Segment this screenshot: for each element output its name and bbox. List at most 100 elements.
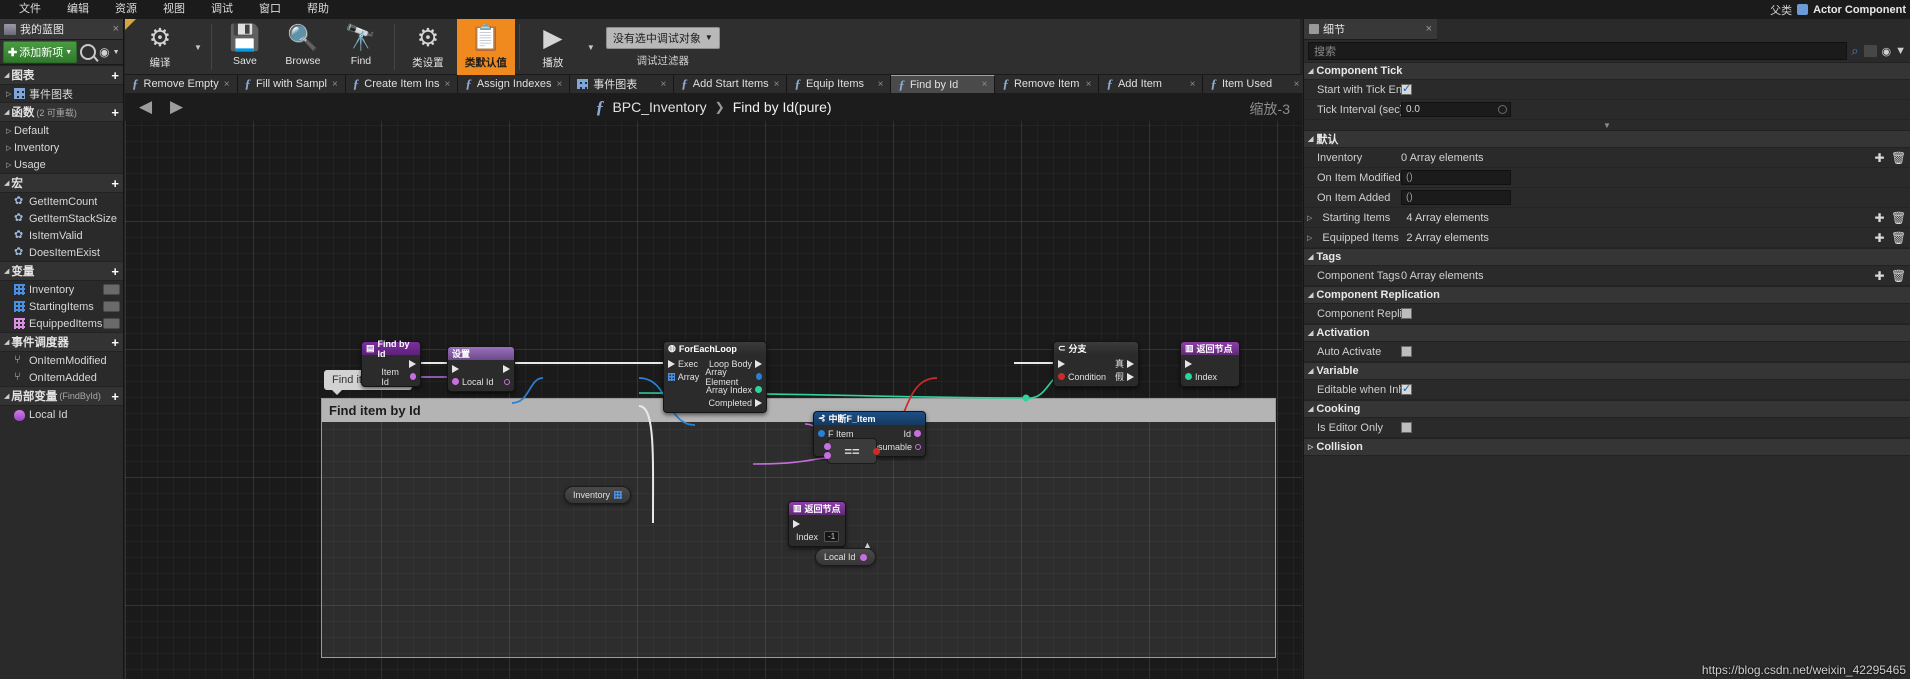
graph-tab-add-item[interactable]: ƒ Add Item × bbox=[1099, 75, 1204, 93]
exec-pin[interactable] bbox=[1058, 359, 1065, 368]
add-element-button[interactable]: ✚ bbox=[1873, 151, 1886, 165]
exec-pin[interactable] bbox=[793, 519, 800, 528]
data-pin[interactable] bbox=[409, 373, 416, 380]
close-icon[interactable]: × bbox=[556, 79, 562, 90]
details-category-tags[interactable]: ◢ Tags bbox=[1304, 248, 1910, 266]
sidebar-item-getitemcount[interactable]: ✿ GetItemCount bbox=[0, 193, 123, 210]
close-icon[interactable]: × bbox=[224, 79, 230, 90]
sidebar-item-doesitemexist[interactable]: ✿ DoesItemExist bbox=[0, 244, 123, 261]
graph-tab-equip-items[interactable]: ƒ Equip Items × bbox=[787, 75, 892, 93]
graph-tab-find-by-id[interactable]: ƒ Find by Id × bbox=[891, 75, 996, 93]
data-pin[interactable] bbox=[824, 452, 831, 459]
graph-tab-assign-indexes[interactable]: ƒ Assign Indexes × bbox=[458, 75, 571, 93]
details-search-input[interactable]: 搜索 bbox=[1308, 42, 1848, 60]
add-element-button[interactable]: ✚ bbox=[1873, 269, 1886, 283]
checkbox[interactable] bbox=[1401, 346, 1412, 357]
details-category-variable[interactable]: ◢ Variable bbox=[1304, 362, 1910, 380]
details-category-collision[interactable]: ▷ Collision bbox=[1304, 438, 1910, 456]
close-icon[interactable]: × bbox=[660, 79, 666, 90]
chevron-down-icon[interactable]: ▼ bbox=[189, 43, 207, 52]
sidebar-item-事件图表[interactable]: ▷ 事件图表 bbox=[0, 85, 123, 102]
node-equals[interactable]: == bbox=[824, 438, 880, 464]
details-category-component-replication[interactable]: ◢ Component Replication bbox=[1304, 286, 1910, 304]
close-icon[interactable]: × bbox=[332, 79, 338, 90]
menu-item-edit[interactable]: 编辑 bbox=[54, 0, 102, 19]
section-header-3[interactable]: ◢ 变量 + bbox=[0, 261, 123, 281]
data-pin[interactable] bbox=[756, 373, 762, 380]
node-find-by-id[interactable]: ▤ Find by Id Item Id bbox=[361, 339, 421, 387]
exec-pin[interactable] bbox=[1127, 372, 1134, 381]
sidebar-item-equippeditems[interactable]: EquippedItems bbox=[0, 315, 123, 332]
search-icon[interactable] bbox=[80, 44, 97, 60]
data-pin[interactable] bbox=[1058, 373, 1065, 380]
advanced-expander[interactable]: ▼ bbox=[1304, 120, 1910, 130]
spinner-icon[interactable] bbox=[1498, 105, 1507, 114]
eye-icon[interactable]: ◉ bbox=[99, 45, 109, 59]
add-element-button[interactable]: ✚ bbox=[1873, 211, 1886, 225]
graph-tab-remove-item[interactable]: ƒ Remove Item × bbox=[995, 75, 1100, 93]
menu-item-window[interactable]: 窗口 bbox=[246, 0, 294, 19]
expand-triangle-icon[interactable]: ▷ bbox=[1307, 214, 1312, 222]
menu-item-view[interactable]: 视图 bbox=[150, 0, 198, 19]
sidebar-item-inventory[interactable]: ▷ Inventory bbox=[0, 139, 123, 156]
sidebar-item-inventory[interactable]: Inventory bbox=[0, 281, 123, 298]
number-input[interactable]: 0.0 bbox=[1401, 102, 1511, 117]
delete-elements-button[interactable]: 🗑 bbox=[1891, 269, 1906, 283]
sidebar-item-usage[interactable]: ▷ Usage bbox=[0, 156, 123, 173]
node-branch[interactable]: ⊂ 分支真 Condition 假 bbox=[1053, 341, 1139, 387]
checkbox[interactable] bbox=[1401, 422, 1412, 433]
data-pin[interactable] bbox=[452, 378, 459, 385]
node-return-node-bottom[interactable]: ▥ 返回节点 Index -1 bbox=[788, 501, 846, 547]
exec-pin[interactable] bbox=[1127, 359, 1134, 368]
close-icon[interactable]: × bbox=[1086, 79, 1092, 90]
section-header-5[interactable]: ◢ 局部变量 (FindById) + bbox=[0, 386, 123, 406]
menu-item-debug[interactable]: 调试 bbox=[198, 0, 246, 19]
toolbar-button-编译[interactable]: ⚙ 编译 bbox=[131, 19, 189, 75]
data-pin[interactable] bbox=[914, 430, 921, 437]
variable-visibility-toggle[interactable] bbox=[103, 284, 120, 295]
details-category-cooking[interactable]: ◢ Cooking bbox=[1304, 400, 1910, 418]
blueprint-graph-canvas[interactable]: ƒ BPC_Inventory ❯ Find by Id(pure) ◀ ▶ 缩… bbox=[125, 93, 1302, 679]
add-icon[interactable]: + bbox=[111, 265, 119, 278]
array-pin[interactable] bbox=[668, 372, 675, 381]
node-return-node-top[interactable]: ▥ 返回节点 Index bbox=[1180, 341, 1240, 387]
breadcrumb-root[interactable]: BPC_Inventory bbox=[612, 99, 706, 115]
exec-pin[interactable] bbox=[409, 359, 416, 368]
close-icon[interactable]: × bbox=[1190, 79, 1196, 90]
sidebar-item-local-id[interactable]: Local Id bbox=[0, 406, 123, 423]
add-icon[interactable]: + bbox=[111, 390, 119, 403]
toolbar-button-类默认值[interactable]: 📋 类默认值 bbox=[456, 19, 515, 75]
add-icon[interactable]: + bbox=[111, 177, 119, 190]
toolbar-button-browse[interactable]: 🔍 Browse bbox=[274, 19, 332, 75]
details-category-component-tick[interactable]: ◢ Component Tick bbox=[1304, 62, 1910, 80]
toolbar-button-find[interactable]: 🔭 Find bbox=[332, 19, 390, 75]
exec-pin[interactable] bbox=[668, 359, 675, 368]
exec-pin[interactable] bbox=[503, 364, 510, 373]
sidebar-item-getitemstacksize[interactable]: ✿ GetItemStackSize bbox=[0, 210, 123, 227]
var-pill-local-id[interactable]: Local Id bbox=[815, 548, 876, 566]
close-icon[interactable]: × bbox=[445, 79, 451, 90]
toolbar-button-播放[interactable]: ▶ 播放 bbox=[524, 19, 582, 75]
chevron-down-icon[interactable]: ▼ bbox=[582, 43, 600, 52]
menu-item-file[interactable]: 文件 bbox=[6, 0, 54, 19]
section-header-1[interactable]: ◢ 函数 (2 可重载) + bbox=[0, 102, 123, 122]
section-header-4[interactable]: ◢ 事件调度器 + bbox=[0, 332, 123, 352]
close-icon[interactable]: × bbox=[113, 23, 119, 35]
checkbox[interactable] bbox=[1401, 382, 1412, 395]
graph-tab-remove-empty[interactable]: ƒ Remove Empty × bbox=[125, 75, 238, 93]
data-pin[interactable] bbox=[755, 386, 762, 393]
menu-item-assets[interactable]: 资源 bbox=[102, 0, 150, 19]
add-icon[interactable]: + bbox=[111, 69, 119, 82]
search-icon[interactable]: ⌕ bbox=[1851, 43, 1858, 59]
delete-elements-button[interactable]: 🗑 bbox=[1891, 151, 1906, 165]
close-icon[interactable]: × bbox=[1294, 79, 1300, 90]
eye-chevron-down-icon[interactable]: ▼ bbox=[113, 49, 120, 56]
exec-pin[interactable] bbox=[755, 398, 762, 407]
details-category-默认[interactable]: ◢ 默认 bbox=[1304, 130, 1910, 148]
add-icon[interactable]: + bbox=[111, 336, 119, 349]
graph-tab-item-used[interactable]: ƒ Item Used × bbox=[1203, 75, 1308, 93]
close-icon[interactable]: × bbox=[774, 79, 780, 90]
node-set-local-id[interactable]: 设置 Local Id bbox=[447, 346, 515, 392]
expand-arrow-icon[interactable]: ▲ bbox=[863, 540, 872, 550]
data-pin[interactable] bbox=[824, 443, 831, 450]
